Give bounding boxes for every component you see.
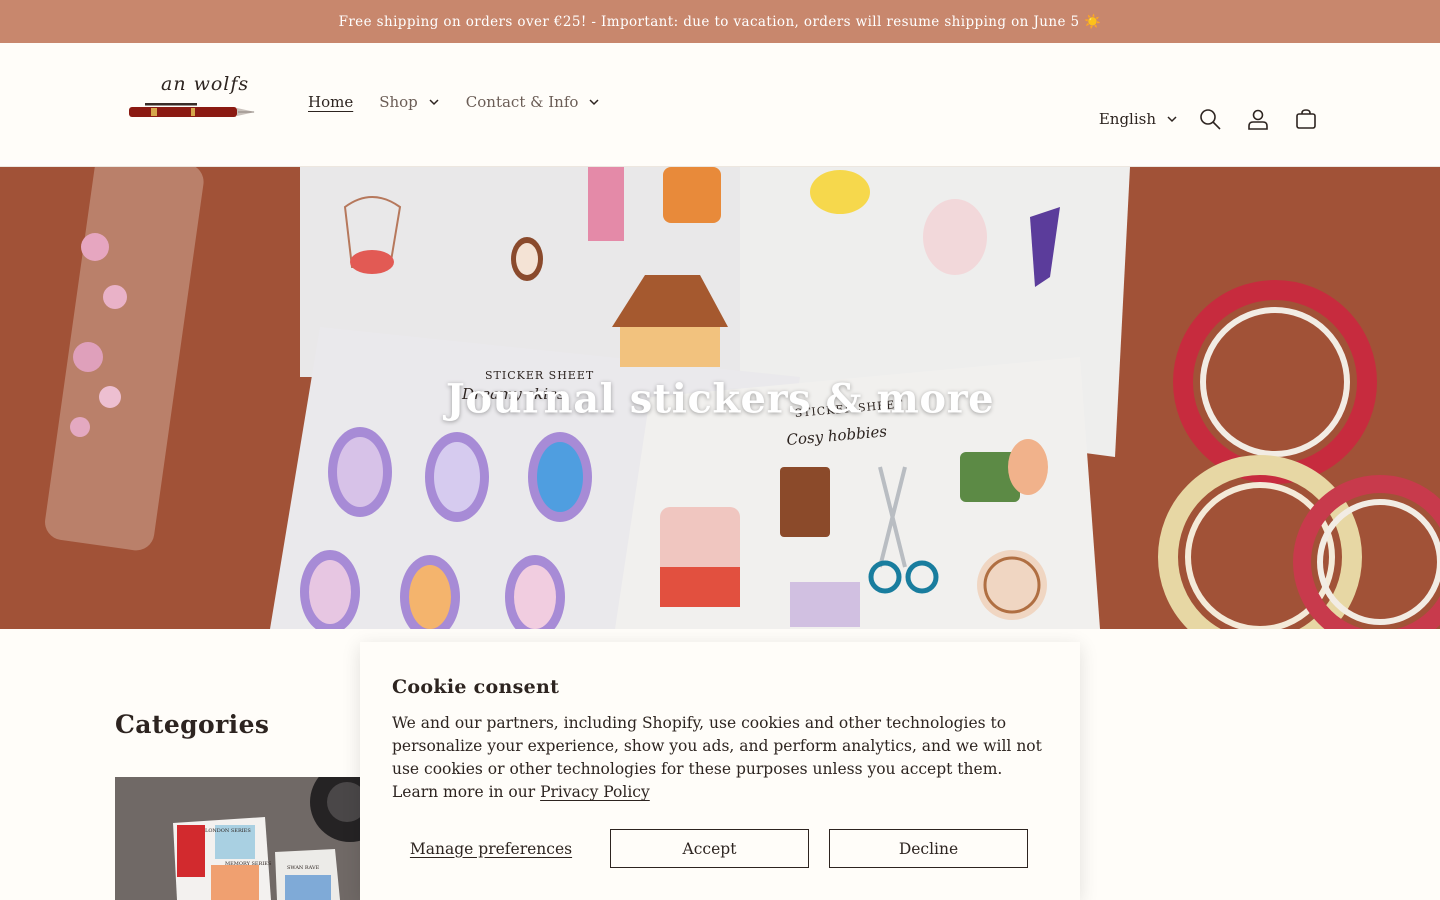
language-label: English xyxy=(1098,110,1156,128)
nav-contact-info-label: Contact & Info xyxy=(465,93,579,111)
cookie-body: We and our partners, including Shopify, … xyxy=(392,712,1042,804)
nav-home[interactable]: Home xyxy=(298,87,363,117)
category-card-label-2: MEMORY SERIES xyxy=(225,861,272,867)
nav-home-label: Home xyxy=(308,93,354,111)
account-icon xyxy=(1248,109,1268,130)
account-button[interactable] xyxy=(1234,95,1282,143)
cookie-body-text: We and our partners, including Shopify, … xyxy=(392,714,1042,801)
nav-shop[interactable]: Shop xyxy=(369,87,450,117)
privacy-policy-link[interactable]: Privacy Policy xyxy=(540,783,650,801)
logo[interactable]: an wolfs xyxy=(125,73,260,137)
chevron-down-icon xyxy=(1167,116,1177,123)
category-card-label-3: SWAN RAVE xyxy=(287,865,320,871)
accept-button[interactable]: Accept xyxy=(610,829,809,868)
category-card[interactable]: LONDON SERIES MEMORY SERIES SWAN RAVE xyxy=(115,777,360,900)
chevron-down-icon xyxy=(589,99,599,106)
decline-button[interactable]: Decline xyxy=(829,829,1028,868)
search-button[interactable] xyxy=(1186,95,1234,143)
announcement-text: Free shipping on orders over €25! - Impo… xyxy=(338,13,1102,30)
cookie-title: Cookie consent xyxy=(392,676,560,698)
fountain-pen-icon xyxy=(129,103,255,117)
cart-icon xyxy=(1296,109,1316,129)
chevron-down-icon xyxy=(429,99,439,106)
main-nav: Home Shop Contact & Info xyxy=(298,87,616,117)
categories-title: Categories xyxy=(115,710,270,739)
hero-banner: STICKER SHEET Dreamy skies STICKER SHEET… xyxy=(0,167,1440,629)
cookie-actions: Manage preferences Accept Decline xyxy=(392,829,1048,868)
cookie-consent-dialog: Cookie consent We and our partners, incl… xyxy=(360,642,1080,900)
nav-contact-info[interactable]: Contact & Info xyxy=(456,87,611,117)
cart-button[interactable] xyxy=(1282,95,1330,143)
language-selector[interactable]: English xyxy=(1099,110,1178,128)
category-image: LONDON SERIES MEMORY SERIES SWAN RAVE xyxy=(115,777,360,900)
category-card-label-1: LONDON SERIES xyxy=(205,828,251,834)
nav-shop-label: Shop xyxy=(379,93,418,111)
site-header: an wolfs Home Shop Contact & Info Englis… xyxy=(0,43,1440,167)
search-icon xyxy=(1200,109,1221,130)
manage-preferences-button[interactable]: Manage preferences xyxy=(392,840,590,858)
hero-title: Journal stickers & more xyxy=(445,375,995,423)
announcement-bar: Free shipping on orders over €25! - Impo… xyxy=(0,0,1440,43)
header-actions: English xyxy=(1099,95,1330,143)
